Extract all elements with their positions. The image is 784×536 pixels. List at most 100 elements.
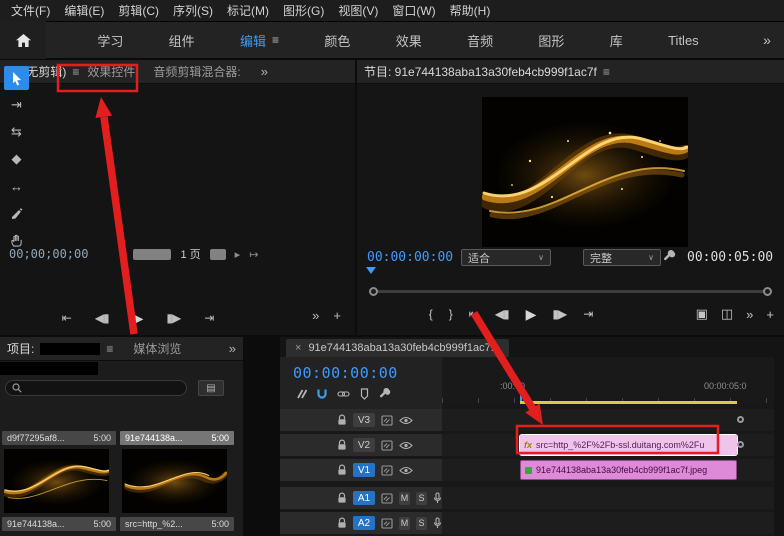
jump-end-icon[interactable]: ↦ [249, 248, 258, 261]
project-item-label[interactable]: 91e744138a... 5:00 [2, 517, 116, 531]
menu-view[interactable]: 视图(V) [331, 0, 385, 22]
tab-media-browser[interactable]: 媒体浏览 [133, 340, 181, 357]
add-button[interactable]: + [766, 307, 774, 322]
lock-icon[interactable] [337, 414, 347, 426]
step-back-button[interactable]: ◀▮ [95, 311, 110, 325]
timeline-clip-jpeg[interactable]: 91e744138aba13a30feb4cb999f1ac7f.jpeg [520, 460, 737, 480]
voiceover-mic-icon[interactable] [433, 492, 442, 504]
menu-window[interactable]: 窗口(W) [385, 0, 442, 22]
track-label-a2[interactable]: A2 [353, 516, 375, 530]
panel-menu-icon[interactable]: ≡ [72, 65, 79, 79]
tab-program-monitor[interactable]: 节目: 91e744138aba13a30feb4cb999f1ac7f [364, 63, 597, 80]
close-icon[interactable]: × [295, 342, 301, 354]
workspace-tab-editing[interactable]: 编辑 ≡ [240, 31, 279, 50]
track-lane-a2[interactable] [442, 512, 774, 534]
linked-selection-icon[interactable] [337, 388, 350, 400]
step-back-button[interactable]: ◀▮ [495, 307, 510, 321]
workspace-tab-effects[interactable]: 效果 [396, 31, 422, 50]
panel-overflow-icon[interactable]: » [261, 64, 268, 79]
step-forward-button[interactable]: ▮▶ [166, 311, 181, 325]
project-search-box[interactable] [5, 380, 187, 396]
zoom-bar-left-handle[interactable] [369, 287, 378, 296]
mute-button[interactable]: M [399, 516, 410, 530]
track-label-v1[interactable]: V1 [353, 463, 375, 477]
new-bin-button[interactable]: ▤ [198, 380, 224, 396]
selection-tool-button[interactable] [4, 66, 29, 90]
sync-lock-icon[interactable] [381, 517, 393, 529]
panel-menu-icon[interactable]: ≡ [603, 65, 610, 79]
workspace-tab-learning[interactable]: 学习 [97, 31, 123, 50]
project-item-thumbnail[interactable] [122, 449, 227, 513]
menu-markers[interactable]: 标记(M) [220, 0, 276, 22]
workspace-tab-assembly[interactable]: 组件 [169, 31, 195, 50]
razor-tool-button[interactable]: ◆ [4, 147, 29, 171]
workspace-tab-graphics[interactable]: 图形 [538, 31, 564, 50]
timeline-settings-wrench-icon[interactable] [379, 388, 391, 400]
solo-button[interactable]: S [416, 516, 427, 530]
workspace-tab-color[interactable]: 颜色 [324, 31, 350, 50]
menu-help[interactable]: 帮助(H) [443, 0, 498, 22]
button-editor-icon[interactable]: » [312, 308, 319, 323]
timeline-clip-duitang[interactable]: fx src=http_%2F%2Fb-ssl.duitang.com%2Fu [519, 434, 738, 456]
settings-wrench-icon[interactable] [663, 250, 676, 263]
sync-lock-icon[interactable] [381, 492, 393, 504]
lock-icon[interactable] [337, 517, 347, 529]
goto-in-button[interactable]: ⇤ [469, 307, 479, 321]
lock-icon[interactable] [337, 492, 347, 504]
voiceover-mic-icon[interactable] [433, 517, 442, 529]
add-button[interactable]: + [333, 308, 341, 323]
track-height-handle[interactable] [737, 441, 744, 448]
mute-button[interactable]: M [399, 491, 410, 505]
menu-edit[interactable]: 编辑(E) [57, 0, 111, 22]
play-button[interactable]: ▶ [133, 310, 144, 327]
menu-graphics[interactable]: 图形(G) [276, 0, 331, 22]
track-label-v3[interactable]: V3 [353, 413, 375, 427]
sync-lock-icon[interactable] [381, 464, 393, 476]
toggle-track-output-eye-icon[interactable] [399, 441, 413, 450]
export-frame-icon[interactable]: ▣ [696, 306, 708, 322]
track-lane-a1[interactable] [442, 487, 774, 509]
step-forward-button[interactable]: ▮▶ [552, 307, 567, 321]
home-button[interactable] [0, 21, 46, 59]
tab-audio-clip-mixer[interactable]: 音频剪辑混合器: [153, 63, 240, 80]
panel-overflow-icon[interactable]: » [229, 341, 236, 356]
solo-button[interactable]: S [416, 491, 427, 505]
playback-resolution-select[interactable]: 完整 ∨ [583, 249, 661, 266]
workspace-overflow-icon[interactable]: » [750, 32, 784, 48]
search-input[interactable] [27, 382, 180, 394]
insert-overwrite-icon[interactable] [295, 388, 307, 400]
track-lane-v3[interactable] [442, 409, 774, 431]
timeline-ruler[interactable]: :00:00 00:00:05:0 [442, 357, 774, 403]
timeline-sequence-tab[interactable]: × 91e744138aba13a30feb4cb999f1ac7... [286, 339, 509, 357]
lock-icon[interactable] [337, 439, 347, 451]
goto-out-button[interactable]: ⇥ [583, 307, 593, 321]
project-item-label-selected[interactable]: 91e744138a... 5:00 [120, 431, 234, 445]
lock-icon[interactable] [337, 464, 347, 476]
workspace-tab-libraries[interactable]: 库 [610, 31, 623, 50]
zoom-bar-right-handle[interactable] [763, 287, 772, 296]
program-zoom-bar[interactable] [373, 290, 768, 293]
project-item-thumbnail[interactable] [4, 449, 109, 513]
project-item-label[interactable]: d9f77295af8... 5:00 [2, 431, 116, 445]
tab-project[interactable]: 项目: [7, 340, 34, 357]
pen-tool-button[interactable] [4, 201, 29, 225]
hand-tool-button[interactable] [4, 228, 29, 252]
sync-lock-icon[interactable] [381, 439, 393, 451]
project-item-label[interactable]: src=http_%2... 5:00 [120, 517, 234, 531]
workspace-menu-icon[interactable]: ≡ [272, 33, 279, 47]
tab-effect-controls[interactable]: 效果控件 [87, 63, 135, 80]
track-lane-v2[interactable]: fx src=http_%2F%2Fb-ssl.duitang.com%2Fu [442, 434, 774, 456]
toggle-track-output-eye-icon[interactable] [399, 416, 413, 425]
track-height-handle[interactable] [737, 416, 744, 423]
menu-clip[interactable]: 剪辑(C) [111, 0, 166, 22]
zoom-arrow-icon[interactable]: ▸ [235, 248, 241, 261]
mark-out-button[interactable]: } [449, 307, 453, 321]
menu-sequence[interactable]: 序列(S) [166, 0, 220, 22]
menu-file[interactable]: 文件(F) [4, 0, 57, 22]
snap-magnet-icon[interactable] [316, 388, 328, 400]
comparison-view-icon[interactable]: ◫ [721, 306, 733, 322]
ripple-edit-tool-button[interactable]: ⇆ [4, 120, 29, 144]
workspace-tab-titles[interactable]: Titles [668, 33, 699, 48]
marker-icon[interactable] [359, 388, 370, 400]
timeline-scrollbar-strip[interactable] [774, 357, 784, 536]
